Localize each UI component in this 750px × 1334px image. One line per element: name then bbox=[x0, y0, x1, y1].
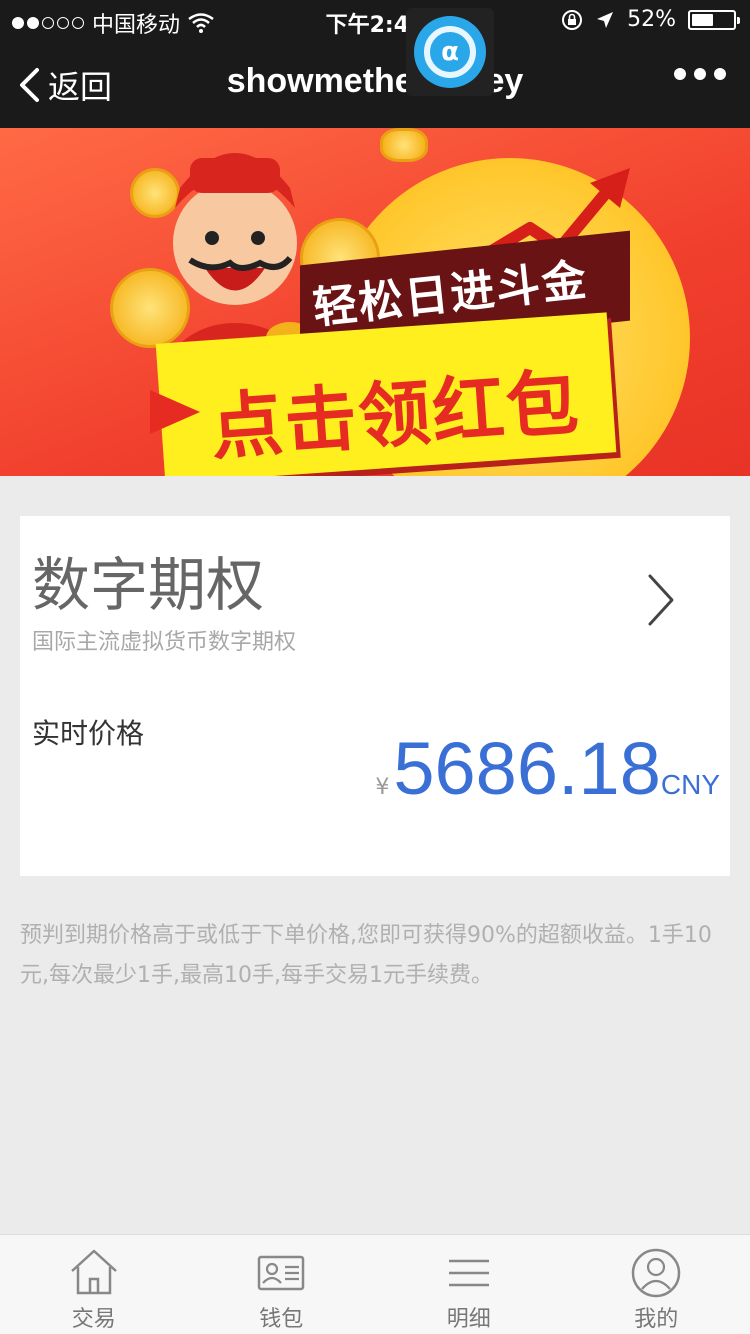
list-icon bbox=[448, 1259, 489, 1287]
status-right: 52% bbox=[561, 7, 740, 32]
tab-mine[interactable]: 我的 bbox=[563, 1235, 750, 1334]
card-title: 数字期权 bbox=[32, 551, 265, 619]
tab-wallet[interactable]: 钱包 bbox=[188, 1235, 376, 1334]
chevron-right-icon[interactable] bbox=[640, 572, 680, 628]
tab-trade[interactable]: 交易 bbox=[0, 1235, 188, 1334]
more-button[interactable] bbox=[674, 68, 726, 80]
location-arrow-icon bbox=[597, 11, 614, 28]
more-dot-icon bbox=[674, 68, 686, 80]
price-label: 实时价格 bbox=[32, 717, 145, 750]
price-display: ¥ 5686.18 CNY bbox=[375, 726, 720, 811]
battery-percent: 52% bbox=[627, 7, 676, 32]
nav-bar: 返回 showmethemoney bbox=[0, 40, 750, 128]
home-icon bbox=[70, 1249, 117, 1295]
more-dot-icon bbox=[694, 68, 706, 80]
price-value: 5686.18 bbox=[393, 727, 661, 810]
price-unit: CNY bbox=[660, 769, 720, 800]
user-icon bbox=[632, 1248, 681, 1298]
status-bar: 中国移动 下午2:49 52% bbox=[0, 0, 750, 40]
pointer-arrow-icon bbox=[150, 390, 200, 434]
promo-banner[interactable]: 轻松日进斗金 点击领红包 bbox=[0, 128, 750, 476]
tab-label: 我的 bbox=[634, 1307, 679, 1332]
wallet-card-icon bbox=[258, 1255, 305, 1291]
card-subtitle: 国际主流虚拟货币数字期权 bbox=[32, 630, 297, 655]
rules-description: 预判到期价格高于或低于下单价格,您即可获得90%的超额收益。1手10元,每次最少… bbox=[20, 923, 712, 988]
option-card[interactable]: 数字期权 国际主流虚拟货币数字期权 实时价格 ¥ 5686.18 CNY bbox=[20, 516, 730, 876]
more-dot-icon bbox=[714, 68, 726, 80]
tab-details[interactable]: 明细 bbox=[375, 1235, 563, 1334]
coin-icon bbox=[380, 128, 428, 162]
tab-label: 交易 bbox=[71, 1307, 116, 1332]
alpha-app-icon[interactable]: α bbox=[406, 8, 494, 96]
currency-symbol: ¥ bbox=[375, 775, 390, 800]
page-title: showmethemoney bbox=[226, 62, 524, 100]
tab-label: 明细 bbox=[446, 1307, 491, 1332]
tab-bar: 交易 钱包 明细 我的 bbox=[0, 1234, 750, 1334]
top-bar: 中国移动 下午2:49 52% 返回 showmethemoney α bbox=[0, 0, 750, 128]
rotation-lock-icon bbox=[562, 9, 583, 30]
battery-icon bbox=[688, 9, 740, 30]
tab-label: 钱包 bbox=[259, 1307, 304, 1332]
